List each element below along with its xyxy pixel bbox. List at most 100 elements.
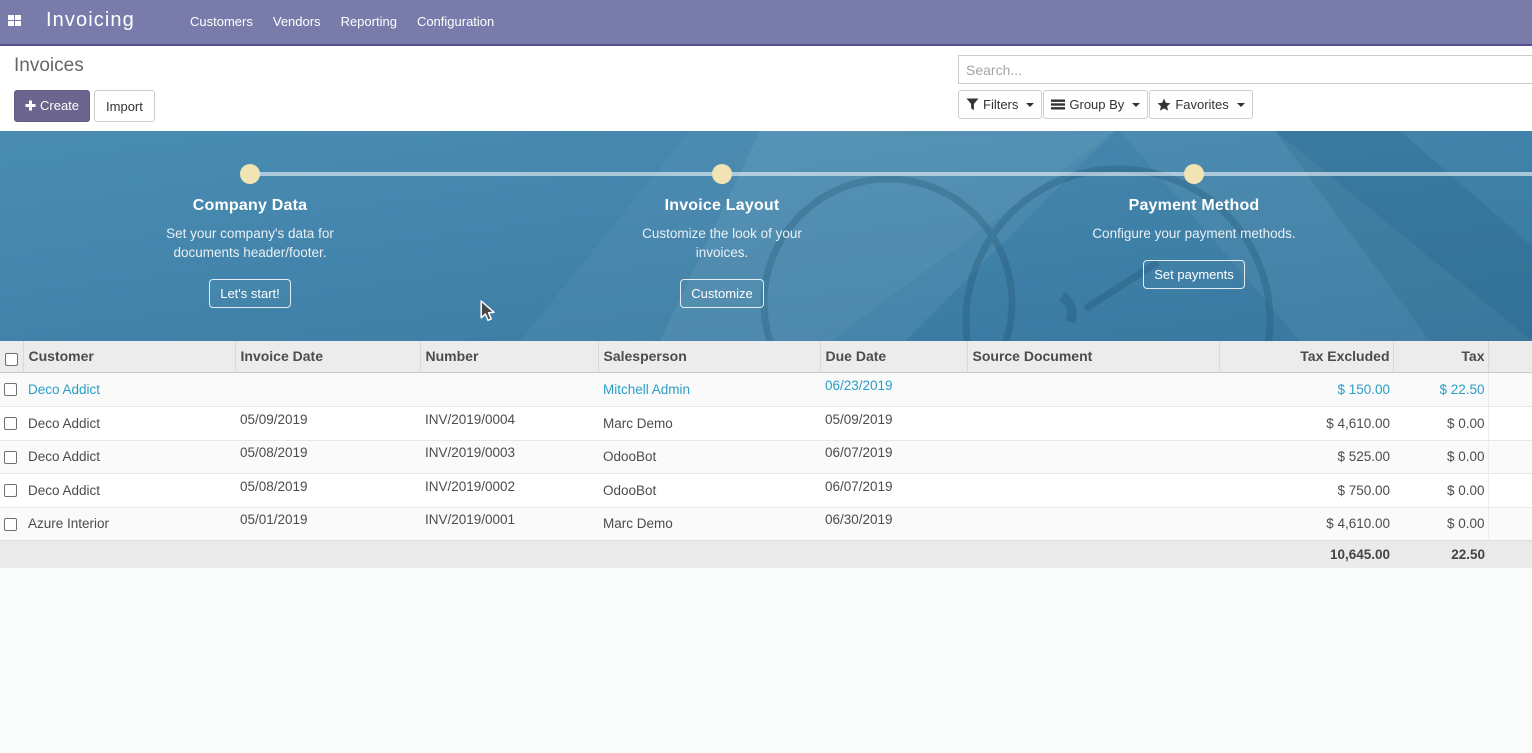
cell-source-document	[967, 507, 1219, 540]
step-description-line: invoices.	[696, 245, 749, 260]
apps-icon-square	[8, 15, 14, 20]
row-checkbox[interactable]	[4, 451, 17, 464]
top-navbar: Invoicing Customers Vendors Reporting Co…	[0, 0, 1532, 46]
column-header-filler	[1488, 341, 1532, 372]
cell-source-document	[967, 406, 1219, 440]
cell-number: INV/2019/0001	[420, 507, 598, 540]
lets-start-button[interactable]: Let's start!	[209, 279, 291, 308]
filters-button[interactable]: Filters	[958, 90, 1042, 119]
step-description-line: Configure your payment methods.	[1092, 226, 1295, 241]
cell-customer: Deco Addict	[23, 406, 235, 440]
step-description: Set your company's data fordocuments hea…	[130, 224, 370, 262]
table-row[interactable]: Azure Interior05/01/2019INV/2019/0001Mar…	[0, 507, 1532, 540]
customize-button[interactable]: Customize	[680, 279, 763, 308]
table-row[interactable]: Deco AddictMitchell Admin06/23/2019$ 150…	[0, 372, 1532, 406]
cell-tax-excluded: $ 150.00	[1219, 372, 1393, 406]
nav-item-reporting[interactable]: Reporting	[331, 8, 407, 35]
onboarding-step-dot[interactable]	[240, 164, 260, 184]
cell-tax-excluded: $ 750.00	[1219, 473, 1393, 507]
totals-empty-cell	[235, 540, 420, 568]
cell-text: 06/30/2019	[825, 512, 893, 527]
totals-empty-cell	[0, 540, 23, 568]
cell-number: INV/2019/0002	[420, 473, 598, 507]
totals-empty-cell	[1488, 540, 1532, 568]
cell-source-document	[967, 473, 1219, 507]
row-checkbox[interactable]	[4, 518, 17, 531]
onboarding-step-dot[interactable]	[712, 164, 732, 184]
step-title: Invoice Layout	[552, 197, 892, 215]
bars-icon	[1051, 98, 1065, 111]
totals-empty-cell	[420, 540, 598, 568]
cell-invoice-date: 05/08/2019	[235, 440, 420, 473]
nav-item-customers[interactable]: Customers	[180, 8, 263, 35]
caret-down-icon	[1132, 103, 1140, 107]
select-all-cell	[0, 341, 23, 372]
cell-text: 06/07/2019	[825, 479, 893, 494]
column-header-customer[interactable]: Customer	[23, 341, 235, 372]
step-description-line: documents header/footer.	[173, 245, 326, 260]
row-checkbox[interactable]	[4, 484, 17, 497]
cell-invoice-date	[235, 372, 420, 406]
cell-invoice-date: 05/09/2019	[235, 406, 420, 440]
row-filler-cell	[1488, 406, 1532, 440]
cell-tax: $ 22.50	[1393, 372, 1488, 406]
cell-invoice-date: 05/08/2019	[235, 473, 420, 507]
cell-tax: $ 0.00	[1393, 440, 1488, 473]
caret-down-icon	[1026, 103, 1034, 107]
create-button[interactable]: Create	[14, 90, 90, 122]
app-name[interactable]: Invoicing	[46, 9, 135, 32]
row-checkbox[interactable]	[4, 417, 17, 430]
favorites-button[interactable]: Favorites	[1149, 90, 1252, 119]
cell-text: 05/08/2019	[240, 445, 308, 460]
nav-item-configuration[interactable]: Configuration	[407, 8, 504, 35]
row-filler-cell	[1488, 372, 1532, 406]
column-header-number[interactable]: Number	[420, 341, 598, 372]
cell-text: INV/2019/0002	[425, 479, 515, 494]
row-checkbox[interactable]	[4, 383, 17, 396]
column-header-due-date[interactable]: Due Date	[820, 341, 967, 372]
table-row[interactable]: Deco Addict05/08/2019INV/2019/0002OdooBo…	[0, 473, 1532, 507]
select-all-checkbox[interactable]	[5, 353, 18, 366]
table-row[interactable]: Deco Addict05/09/2019INV/2019/0004Marc D…	[0, 406, 1532, 440]
cell-number: INV/2019/0004	[420, 406, 598, 440]
cell-text: INV/2019/0004	[425, 412, 515, 427]
cell-customer: Azure Interior	[23, 507, 235, 540]
nav-menu: Customers Vendors Reporting Configuratio…	[180, 0, 504, 44]
column-header-salesperson[interactable]: Salesperson	[598, 341, 820, 372]
cell-tax: $ 0.00	[1393, 473, 1488, 507]
cell-text: 06/07/2019	[825, 445, 893, 460]
search-input[interactable]	[958, 55, 1532, 84]
filters-button-label: Filters	[983, 97, 1018, 112]
row-select-cell	[0, 440, 23, 473]
apps-menu-icon[interactable]	[8, 15, 21, 26]
import-button[interactable]: Import	[94, 90, 155, 122]
invoice-list: Customer Invoice Date Number Salesperson…	[0, 341, 1532, 568]
filter-funnel-icon	[966, 98, 979, 111]
cell-due-date: 05/09/2019	[820, 406, 967, 440]
column-header-invoice-date[interactable]: Invoice Date	[235, 341, 420, 372]
table-row[interactable]: Deco Addict05/08/2019INV/2019/0003OdooBo…	[0, 440, 1532, 473]
cell-due-date: 06/07/2019	[820, 473, 967, 507]
total-tax-excluded: 10,645.00	[1219, 540, 1393, 568]
step-title: Company Data	[80, 197, 420, 215]
cell-text: INV/2019/0003	[425, 445, 515, 460]
caret-down-icon	[1237, 103, 1245, 107]
onboarding-step-dot[interactable]	[1184, 164, 1204, 184]
group-by-button[interactable]: Group By	[1043, 90, 1148, 119]
row-select-cell	[0, 473, 23, 507]
cell-number: INV/2019/0003	[420, 440, 598, 473]
table-header-row: Customer Invoice Date Number Salesperson…	[0, 341, 1532, 372]
column-header-source-document[interactable]: Source Document	[967, 341, 1219, 372]
cell-salesperson: OdooBot	[598, 473, 820, 507]
set-payments-button[interactable]: Set payments	[1143, 260, 1245, 289]
table-totals-row: 10,645.00 22.50	[0, 540, 1532, 568]
row-select-cell	[0, 406, 23, 440]
cell-tax: $ 0.00	[1393, 507, 1488, 540]
cell-tax-excluded: $ 525.00	[1219, 440, 1393, 473]
nav-item-vendors[interactable]: Vendors	[263, 8, 331, 35]
cell-due-date: 06/07/2019	[820, 440, 967, 473]
cell-due-date: 06/30/2019	[820, 507, 967, 540]
cell-tax-excluded: $ 4,610.00	[1219, 507, 1393, 540]
column-header-tax[interactable]: Tax	[1393, 341, 1488, 372]
column-header-tax-excluded[interactable]: Tax Excluded	[1219, 341, 1393, 372]
